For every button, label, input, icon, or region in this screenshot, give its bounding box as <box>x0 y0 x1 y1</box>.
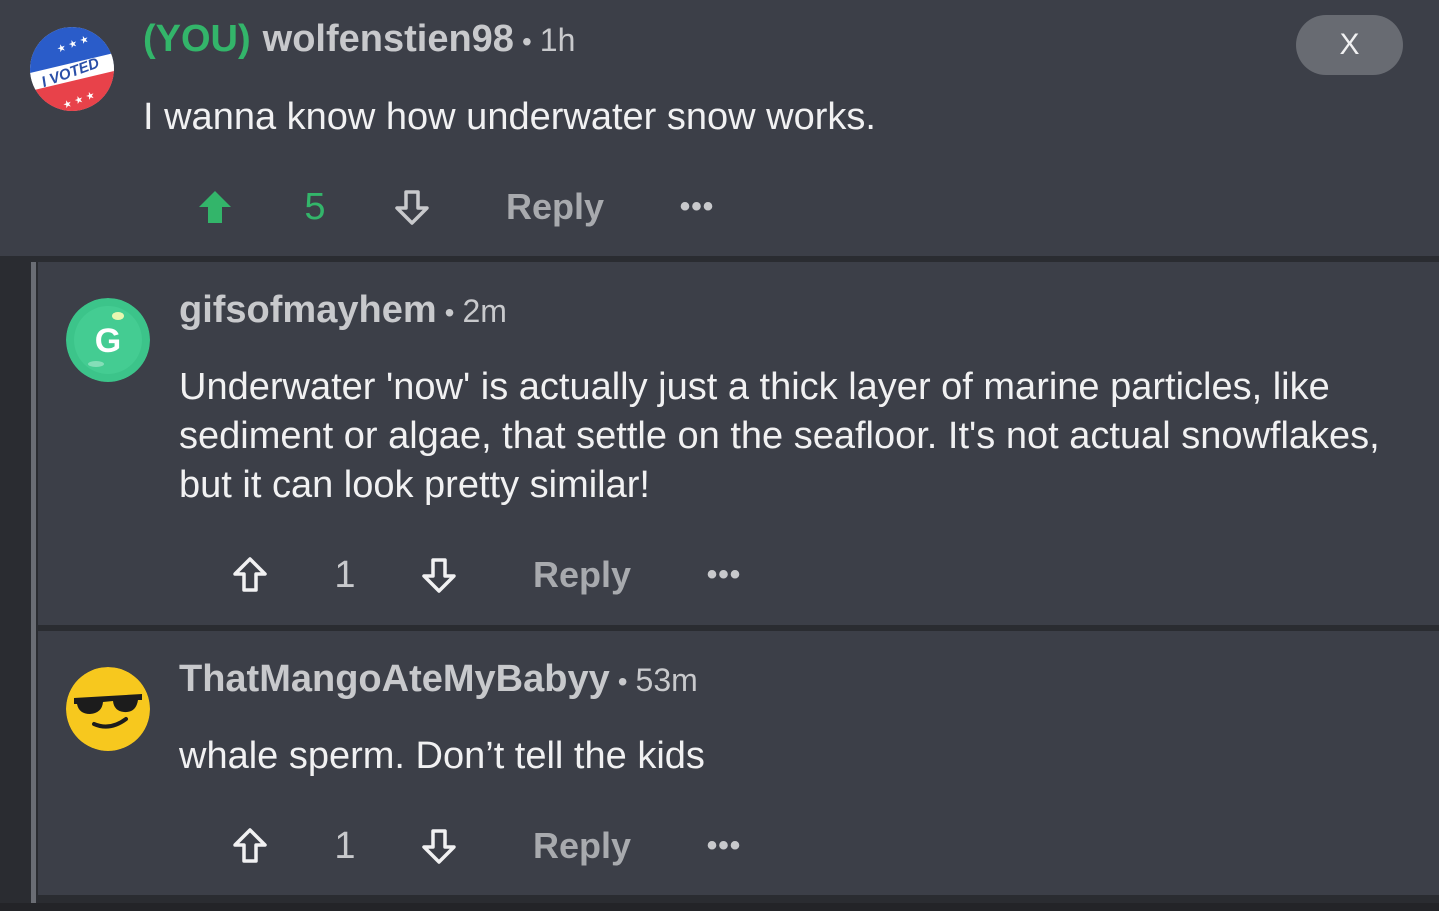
timestamp: 53m <box>635 662 698 698</box>
reply-comment: G gifsofmayhem • 2m Underwater 'now' is … <box>38 262 1439 625</box>
downvote-button[interactable] <box>414 816 464 876</box>
separator-dot: • <box>617 666 628 697</box>
reply-button[interactable]: Reply <box>495 177 615 237</box>
reply-comment: ThatMangoAteMyBabyy • 53m whale sperm. D… <box>38 631 1439 895</box>
avatar-letter: G <box>95 322 121 360</box>
downvote-button[interactable] <box>387 177 437 237</box>
avatar[interactable] <box>66 667 150 751</box>
downvote-button[interactable] <box>414 545 464 605</box>
upvote-button[interactable] <box>190 177 240 237</box>
comment-actions: 1 Reply ••• <box>38 545 838 605</box>
timestamp: 2m <box>462 293 507 329</box>
i-voted-avatar[interactable]: I VOTED ★ ★ ★ ★ ★ ★ <box>30 27 114 111</box>
thread-line[interactable] <box>31 262 36 903</box>
avatar[interactable]: G <box>66 298 150 382</box>
upvote-icon <box>233 557 267 592</box>
top-comment: I VOTED ★ ★ ★ ★ ★ ★ (YOU) wolfenstien98 … <box>0 0 1439 256</box>
upvote-filled-icon <box>199 191 231 223</box>
comment-actions: 1 Reply ••• <box>38 816 838 876</box>
vote-count-text: 1 <box>334 824 356 867</box>
vote-count-text: 1 <box>334 553 356 596</box>
separator-dot: • <box>444 297 455 328</box>
downvote-icon <box>422 829 456 864</box>
username[interactable]: gifsofmayhem <box>179 289 437 332</box>
vote-count: 5 <box>290 177 340 237</box>
reply-label: Reply <box>532 825 632 866</box>
comment-body: I wanna know how underwater snow works. <box>143 96 876 138</box>
comment-body: whale sperm. Don’t tell the kids <box>179 735 705 777</box>
more-options-button[interactable]: ••• <box>689 816 759 876</box>
more-dots-icon: ••• <box>706 558 742 591</box>
vote-count-text: 5 <box>304 185 326 228</box>
vote-count: 1 <box>320 816 370 876</box>
username[interactable]: ThatMangoAteMyBabyy <box>179 658 610 701</box>
upvote-button[interactable] <box>225 816 275 876</box>
reply-button[interactable]: Reply <box>522 816 642 876</box>
i-voted-sticker-icon: I VOTED ★ ★ ★ ★ ★ ★ <box>30 27 114 111</box>
comment-header: gifsofmayhem • 2m <box>179 289 507 332</box>
comment-header: ThatMangoAteMyBabyy • 53m <box>179 658 698 701</box>
bottom-divider <box>0 903 1439 911</box>
close-button[interactable]: X <box>1296 15 1403 75</box>
comment-actions: 5 Reply ••• <box>0 177 800 237</box>
reply-button[interactable]: Reply <box>522 545 642 605</box>
more-options-button[interactable]: ••• <box>662 177 732 237</box>
downvote-icon <box>422 558 456 593</box>
reply-label: Reply <box>532 554 632 595</box>
vote-count: 1 <box>320 545 370 605</box>
comment-thread: I VOTED ★ ★ ★ ★ ★ ★ (YOU) wolfenstien98 … <box>0 0 1439 911</box>
sunglasses-face-icon <box>66 667 150 751</box>
timestamp: 1h <box>539 22 576 58</box>
comment-header: (YOU) wolfenstien98 • 1h <box>143 18 575 61</box>
more-dots-icon: ••• <box>679 190 715 223</box>
upvote-button[interactable] <box>225 545 275 605</box>
upvote-icon <box>233 828 267 863</box>
username[interactable]: wolfenstien98 <box>263 18 514 61</box>
letter-g-avatar-icon: G <box>66 298 150 382</box>
comment-body: Underwater 'now' is actually just a thic… <box>179 366 1380 506</box>
reply-label: Reply <box>505 186 605 227</box>
you-tag: (YOU) <box>143 18 251 60</box>
more-dots-icon: ••• <box>706 829 742 862</box>
more-options-button[interactable]: ••• <box>689 545 759 605</box>
separator-dot: • <box>521 26 532 57</box>
downvote-icon <box>395 190 429 225</box>
